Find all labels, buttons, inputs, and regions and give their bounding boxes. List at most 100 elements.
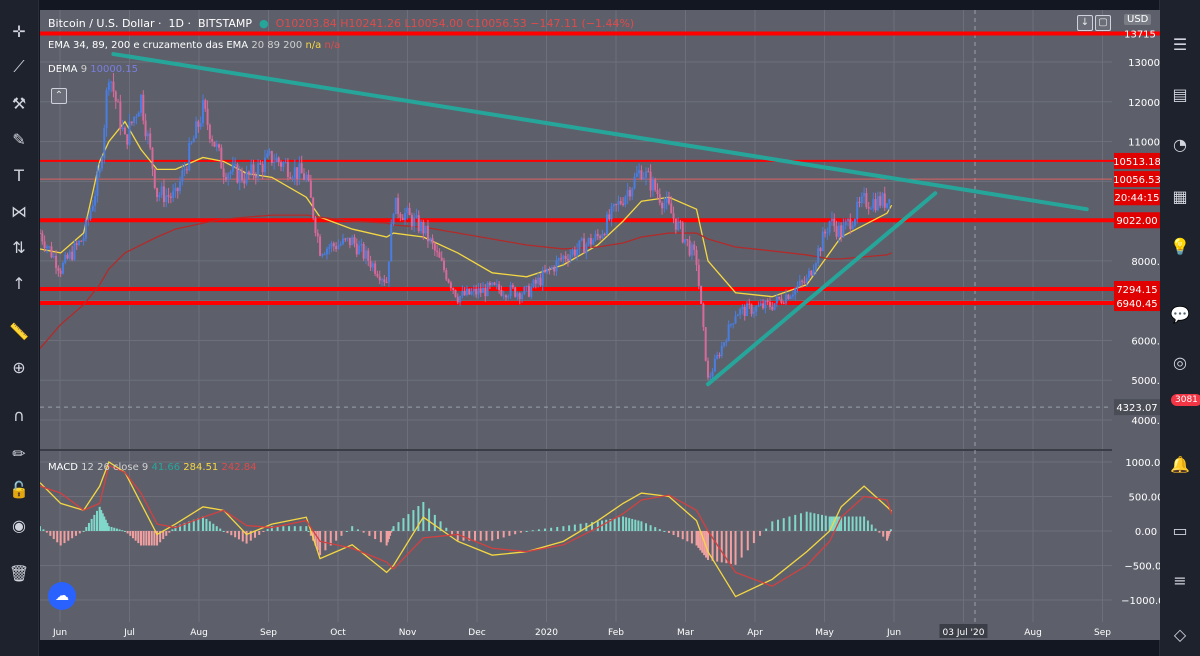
macd-histogram-bar	[266, 529, 269, 531]
macd-histogram-bar	[882, 531, 885, 537]
chart-area[interactable]: 13000.0012000.0011000.0010000.009000.008…	[40, 10, 1160, 640]
candle-body	[431, 238, 434, 244]
candle-body	[355, 243, 358, 255]
candle-body	[369, 260, 372, 268]
macd-histogram-bar	[663, 531, 666, 532]
lock-icon[interactable]: 🔓	[6, 476, 32, 502]
trash-icon[interactable]: 🗑	[6, 560, 32, 586]
macd-histogram-bar	[681, 531, 684, 540]
bell-icon[interactable]: 🔔	[1166, 450, 1194, 478]
candle-body	[860, 196, 863, 203]
hotlists-icon[interactable]: ≡	[1166, 566, 1194, 594]
candle-body	[794, 288, 797, 295]
candle-body	[775, 296, 778, 304]
candle-body	[48, 246, 51, 248]
price-tag: 7294.15	[1116, 285, 1157, 296]
candle-body	[872, 199, 875, 209]
eye-icon[interactable]: ◉	[6, 512, 32, 538]
tradingview-logo-icon[interactable]: ☁	[48, 582, 76, 610]
macd-histogram-bar	[863, 516, 866, 531]
candle-body	[686, 239, 689, 241]
candle-body	[665, 197, 668, 203]
price-tag: 10056.53	[1113, 175, 1160, 186]
macd-histogram-bar	[212, 523, 215, 531]
collapse-legend-button[interactable]: ⌃	[51, 88, 67, 104]
candle-body	[112, 81, 115, 92]
candle-body	[257, 163, 260, 178]
candle-body	[507, 296, 510, 298]
dema-legend[interactable]: DEMA 9 10000.15	[48, 64, 138, 75]
ema-legend[interactable]: EMA 34, 89, 200 e cruzamento das EMA 20 …	[48, 40, 340, 51]
price-axis-label: 12000.00	[1128, 98, 1160, 109]
macd-histogram-bar	[258, 531, 261, 535]
macd-histogram-bar	[85, 526, 88, 531]
help-icon[interactable]: ◇	[1166, 620, 1194, 648]
candle-body	[603, 234, 606, 236]
candle-body	[114, 91, 117, 102]
candle-body	[440, 257, 443, 261]
candle-body	[80, 240, 83, 242]
calendar-icon[interactable]: ▦	[1166, 182, 1194, 210]
macd-histogram-bar	[544, 528, 547, 531]
macd-axis-label: 500.00	[1129, 493, 1161, 504]
candle-body	[206, 108, 209, 125]
prediction-icon[interactable]: ⇅	[6, 234, 32, 260]
crosshair-icon[interactable]: ✛	[6, 18, 32, 44]
arrow-up-icon[interactable]: ↑	[6, 270, 32, 296]
macd-histogram-bar	[368, 531, 371, 536]
candle-body	[789, 296, 792, 300]
chart-canvas[interactable]: 13000.0012000.0011000.0010000.009000.008…	[40, 10, 1160, 640]
notes-icon[interactable]: ▤	[1166, 80, 1194, 108]
candle-body	[461, 290, 464, 297]
watchlist-icon[interactable]: ☰	[1166, 30, 1194, 58]
candle-body	[585, 244, 588, 254]
macd-histogram-bar	[230, 531, 233, 536]
candle-body	[174, 187, 177, 192]
macd-legend[interactable]: MACD 12 26 close 9 41.66 284.51 242.84	[48, 462, 256, 473]
maximize-button[interactable]: ▢	[1095, 15, 1111, 31]
candle-body	[277, 157, 280, 163]
candle-body	[61, 262, 64, 274]
candle-body	[215, 144, 218, 147]
lightbulb-icon[interactable]: 💡	[1166, 232, 1194, 260]
macd-histogram-bar	[720, 531, 723, 563]
candle-body	[117, 101, 120, 103]
candle-body	[229, 171, 232, 175]
candle-body	[227, 174, 230, 180]
candle-body	[716, 354, 719, 359]
candle-body	[123, 127, 126, 135]
scroll-down-button[interactable]: ↓	[1077, 15, 1093, 31]
time-axis-label: Dec	[468, 628, 485, 638]
candle-body	[335, 246, 338, 250]
chat-icon[interactable]: 💬	[1166, 300, 1194, 328]
macd-histogram-bar	[45, 531, 48, 533]
streams-icon[interactable]: ◎	[1166, 348, 1194, 376]
candle-body	[546, 268, 549, 273]
candle-body	[527, 285, 530, 297]
candle-body	[752, 311, 755, 314]
candle-body	[199, 123, 202, 127]
candle-body	[94, 196, 97, 206]
text-tool-icon[interactable]: T	[6, 162, 32, 188]
macd-histogram-bar	[531, 530, 534, 532]
ruler-icon[interactable]: 📏	[6, 318, 32, 344]
chat-bubble-icon[interactable]: ▭	[1166, 516, 1194, 544]
candle-body	[401, 217, 404, 221]
brush-icon[interactable]: ✎	[6, 126, 32, 152]
candle-body	[762, 303, 765, 309]
macd-histogram-bar	[82, 531, 85, 532]
candle-body	[300, 163, 303, 174]
ideas-icon[interactable]: ◔	[1166, 130, 1194, 158]
currency-label[interactable]: USD	[1124, 14, 1152, 25]
candle-body	[720, 345, 723, 357]
pitchfork-icon[interactable]: ⚒	[6, 90, 32, 116]
magnet-icon[interactable]: ∩	[6, 402, 32, 428]
candle-body	[748, 303, 751, 305]
candle-body	[886, 203, 889, 208]
candle-body	[746, 303, 749, 316]
candle-body	[661, 202, 664, 209]
zoom-in-icon[interactable]: ⊕	[6, 354, 32, 380]
pattern-icon[interactable]: ⋈	[6, 198, 32, 224]
lock-drawings-icon[interactable]: ✏	[6, 440, 32, 466]
trend-line-icon[interactable]: ⟋	[6, 54, 32, 80]
